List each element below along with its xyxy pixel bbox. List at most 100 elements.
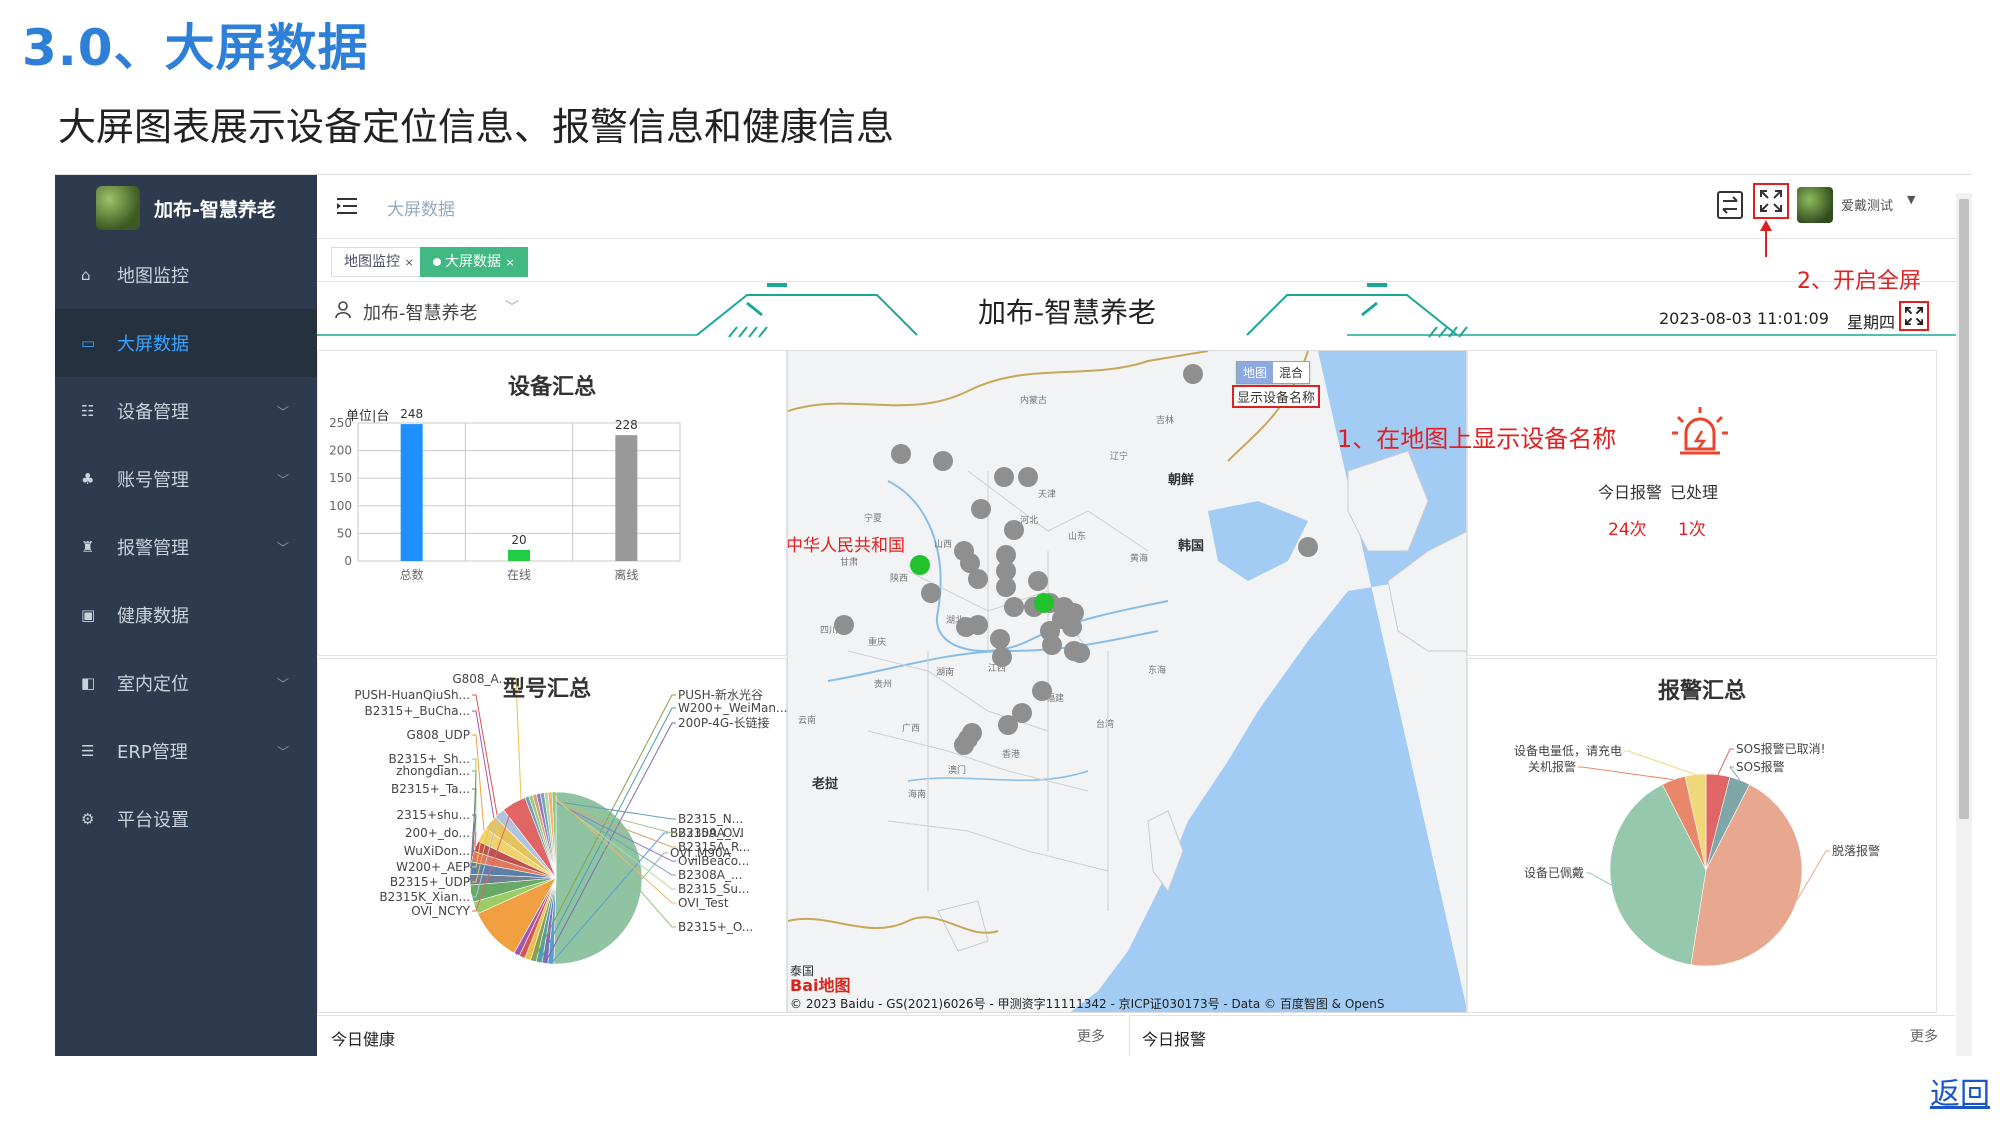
document-subheading: 大屏图表展示设备定位信息、报警信息和健康信息 (58, 105, 895, 149)
pie-slice-label: OVI_NCYY (411, 904, 470, 918)
pie-slice-label: 200+_do... (405, 826, 470, 840)
sidebar-item[interactable]: ⌂ 地图监控 (55, 241, 317, 309)
alarm-summary-panel: 报警汇总 SOS报警已取消! SOS报警 脱落报警 设备已佩戴 关机报警 设备电量低，请充… (1467, 658, 1937, 1013)
bar-value-label: 20 (511, 533, 526, 547)
sidebar-item[interactable]: ▭ 大屏数据 (55, 309, 317, 377)
map-type-map-button[interactable]: 地图 (1237, 362, 1274, 383)
username[interactable]: 爱戴测试 (1841, 195, 1893, 214)
today-health-panel: 今日健康 更多 (317, 1015, 1125, 1056)
bar (615, 435, 638, 561)
layout-size-icon[interactable] (1717, 191, 1743, 219)
handled-count: 1次 (1678, 520, 1706, 540)
weekday: 星期四 (1847, 313, 1896, 332)
chevron-down-icon: ﹀ (276, 745, 289, 759)
chart-icon: ▭ (81, 334, 96, 352)
document-heading: 3.0、大屏数据 (22, 19, 369, 77)
alarm-more-link[interactable]: 更多 (1910, 1026, 1938, 1046)
device-marker-offline (996, 577, 1016, 597)
device-marker-offline (1004, 597, 1024, 617)
pie-slice-label: 关机报警 (1528, 759, 1576, 774)
device-marker-offline (891, 444, 911, 464)
sidebar-item-label: 平台设置 (117, 810, 189, 831)
device-marker-offline (1004, 520, 1024, 540)
home-icon: ⌂ (81, 266, 91, 284)
alarm-pie-chart: SOS报警已取消! SOS报警脱落报警设备已佩戴 关机报警设备电量低，请充电 (1514, 741, 1880, 967)
tab-dashboard[interactable]: 大屏数据 × (420, 247, 528, 277)
sidebar-item[interactable]: ♣ 账号管理 ﹀ (55, 445, 317, 513)
today-alarm-list-panel: 今日报警 更多 (1129, 1015, 1955, 1056)
today-alarm-list-title: 今日报警 (1142, 1030, 1207, 1049)
device-marker-offline (962, 723, 982, 743)
device-marker-online (1034, 593, 1054, 613)
today-health-title: 今日健康 (331, 1030, 396, 1049)
pie-slice-label: B2308A_... (678, 868, 742, 882)
map-type-mixed-button[interactable]: 混合 (1273, 362, 1310, 383)
pie-slice-label: zhongdian... (396, 764, 470, 778)
bar-value-label: 228 (615, 418, 638, 432)
today-alarm-label: 今日报警 (1598, 483, 1663, 502)
sidebar-item[interactable]: ⚙ 平台设置 (55, 785, 317, 853)
pie-slice-label: G808_A... (452, 672, 510, 686)
pie-slice-label: G808_UDP (407, 728, 470, 742)
pie-slice-label: 设备电量低，请充电 (1514, 743, 1622, 758)
dashboard-fullscreen-icon[interactable] (1905, 307, 1923, 325)
tab-map-monitor[interactable]: 地图监控 × (331, 247, 427, 277)
device-marker-offline (968, 569, 988, 589)
device-marker-offline (994, 467, 1014, 487)
device-summary-panel: 设备汇总 单位|台 0 50 100 150 200 250 248 总数 20 在线 228 离线 (317, 350, 787, 656)
chevron-down-icon: ﹀ (276, 541, 289, 555)
pie-slice-label: SOS报警 (1736, 759, 1785, 774)
tags-view: 地图监控 × 大屏数据 × (317, 240, 1972, 282)
bar (508, 549, 530, 561)
sidebar-item-label: 设备管理 (117, 402, 189, 423)
pie-slice-label: B2315_N... (678, 812, 743, 826)
baidu-logo[interactable]: Bai地图 (790, 977, 850, 995)
sidebar-item[interactable]: ♜ 报警管理 ﹀ (55, 513, 317, 581)
back-link[interactable]: 返回 (1930, 1069, 1990, 1113)
scrollbar-thumb[interactable] (1959, 199, 1969, 819)
pie-slice-label: W200+_AEP (396, 860, 470, 874)
sidebar-item[interactable]: ▣ 健康数据 (55, 581, 317, 649)
chevron-down-icon[interactable]: ▼ (1907, 193, 1915, 206)
close-icon[interactable]: × (404, 256, 413, 269)
pie-slice-label: B2315A_R... (678, 840, 750, 854)
y-tick-label: 50 (337, 526, 352, 540)
device-marker-offline (1018, 467, 1038, 487)
x-tick-label: 在线 (507, 568, 531, 582)
device-marker-offline (834, 615, 854, 635)
bar-value-label: 248 (400, 407, 423, 421)
show-device-names-button[interactable]: 显示设备名称 (1232, 385, 1321, 408)
annotation-show-names: 1、在地图上显示设备名称 (1337, 425, 1617, 453)
avatar[interactable] (1797, 187, 1833, 223)
pie-slice-label: B2315+_BuCha... (365, 704, 470, 718)
sidebar-item[interactable]: ◧ 室内定位 ﹀ (55, 649, 317, 717)
location-icon: ◧ (81, 674, 96, 692)
sidebar-item[interactable]: ☰ ERP管理 ﹀ (55, 717, 317, 785)
breadcrumb[interactable]: 大屏数据 (387, 195, 455, 220)
pie-label-line (1624, 750, 1696, 776)
device-marker-offline (1040, 621, 1060, 641)
device-bar-chart: 0 50 100 150 200 250 248 总数 20 在线 228 离线 (329, 407, 681, 582)
close-icon[interactable]: × (505, 256, 514, 269)
brand-logo (96, 186, 141, 230)
gear-icon: ⚙ (81, 810, 95, 828)
main-area: 大屏数据 爱戴测试 ▼ 地图监控 × 大屏数据 × 加布-智慧养老 ﹀ 加布-智… (317, 175, 1972, 1056)
device-marker-offline (933, 451, 953, 471)
map-copyright: © 2023 Baidu - GS(2021)6026号 - 甲测资字11111… (790, 997, 1385, 1011)
fullscreen-icon[interactable] (1760, 190, 1782, 212)
tab-label: 地图监控 (344, 254, 400, 270)
menu-toggle-icon[interactable] (337, 197, 359, 215)
sidebar-item[interactable]: ☷ 设备管理 ﹀ (55, 377, 317, 445)
pie-slice-label: 200P-4G-长链接 (678, 715, 769, 730)
dashboard-header: 加布-智慧养老 ﹀ 加布-智慧养老 2023-08-03 11:01:09 星期… (317, 283, 1972, 343)
pie-slice-label: B2315+_O... (678, 920, 753, 934)
datetime: 2023-08-03 11:01:09 (1659, 309, 1829, 328)
scrollbar[interactable] (1956, 193, 1972, 1056)
pie-label-line (1586, 872, 1612, 886)
alarm-today-panel: 今日报警 已处理 24次 1次 (1467, 350, 1937, 656)
health-more-link[interactable]: 更多 (1077, 1026, 1105, 1046)
pie-slice-label: OVI_Test (678, 896, 729, 910)
device-marker-offline (1062, 617, 1082, 637)
pie-slice-label: B2315_Su... (678, 882, 749, 896)
pie-slice-label: B2315+_Ta... (391, 782, 470, 796)
